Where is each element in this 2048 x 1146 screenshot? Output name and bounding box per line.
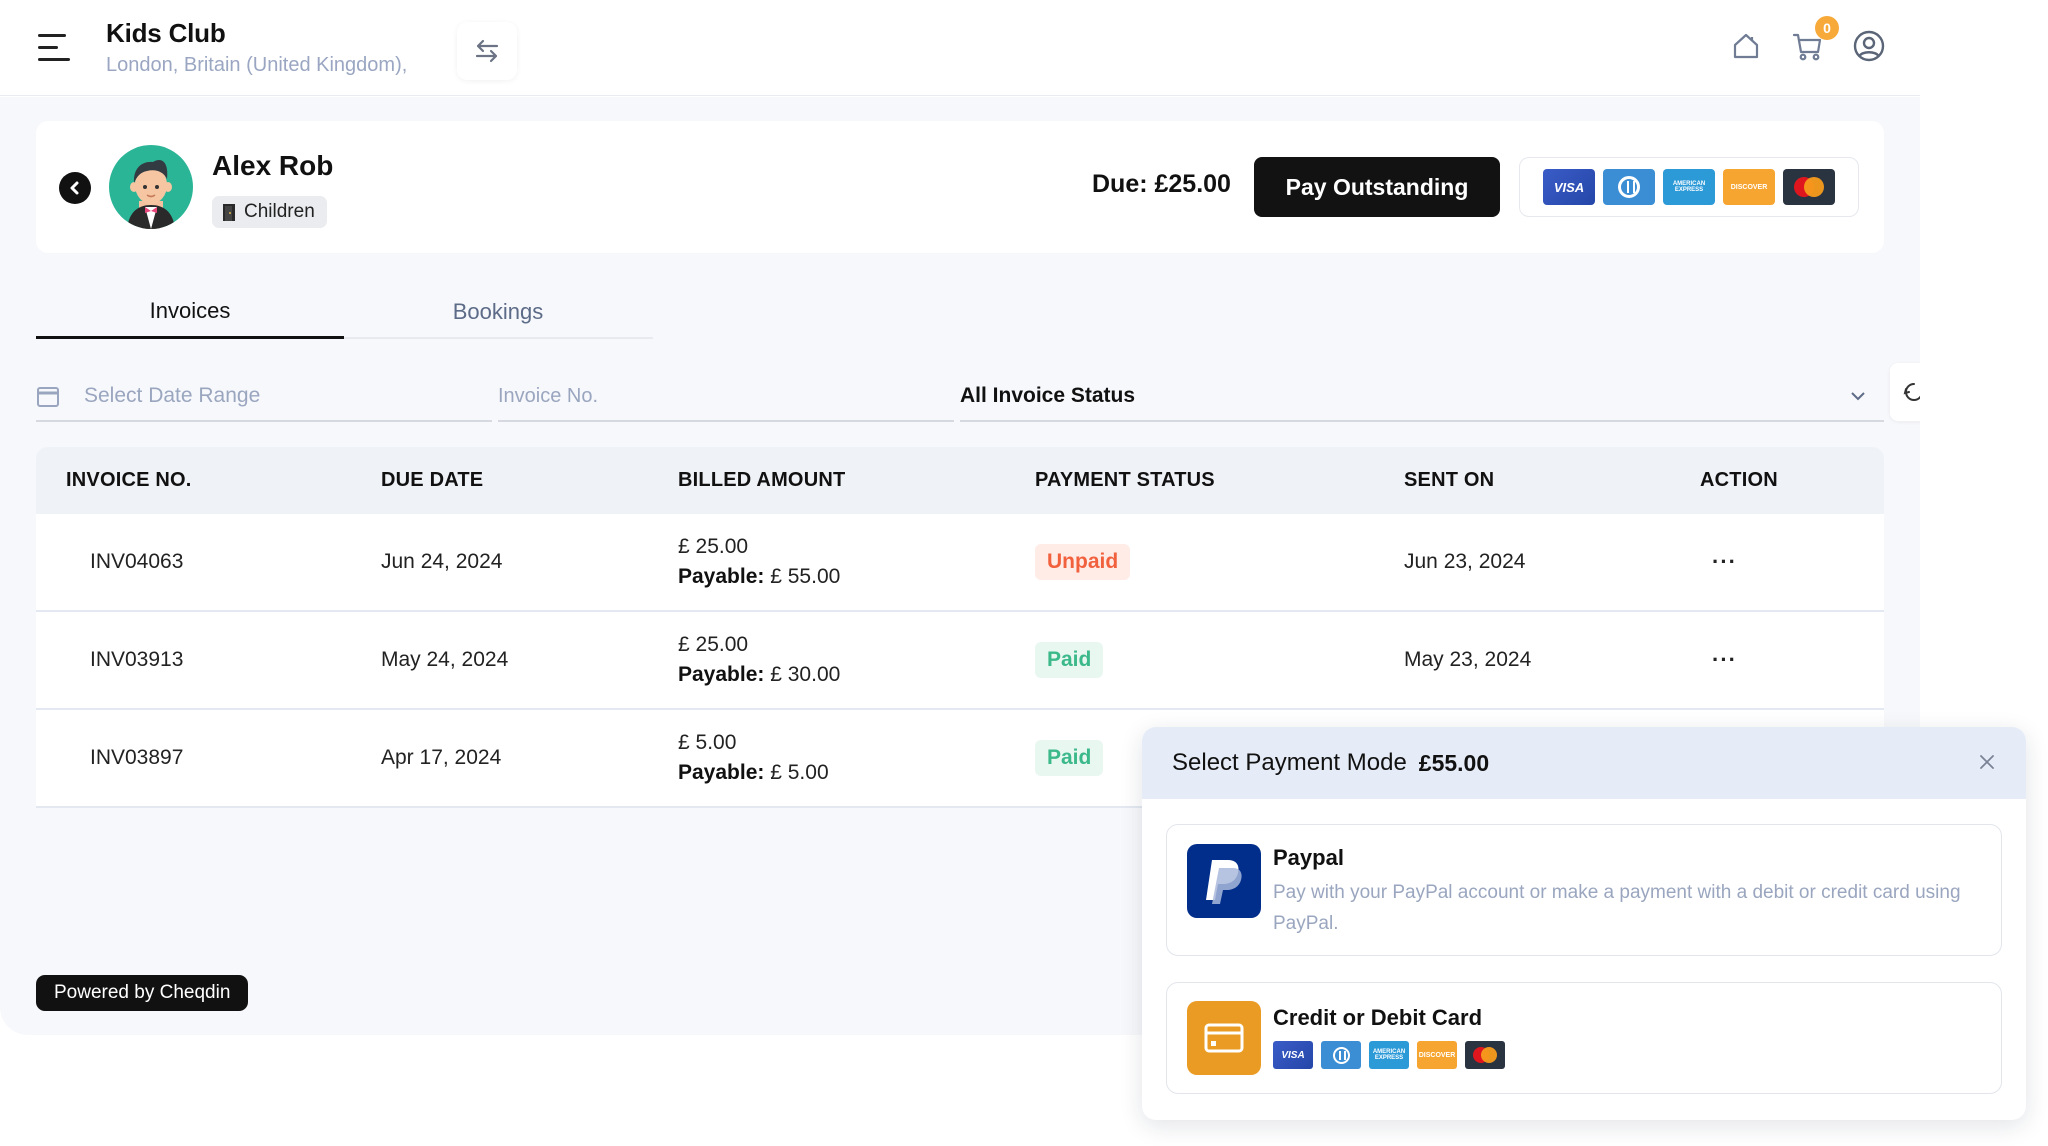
member-type-badge: Children	[212, 196, 327, 228]
col-invoice-no: INVOICE NO.	[66, 469, 192, 491]
date-range-filter[interactable]	[36, 372, 492, 422]
payment-status: Paid	[1035, 710, 1104, 806]
payable-label: Payable:	[678, 565, 765, 588]
billed-amount: £ 25.00 Payable: £ 55.00	[678, 514, 840, 610]
chevron-left-icon	[70, 181, 79, 195]
home-icon[interactable]	[1728, 28, 1764, 64]
paypal-description: Pay with your PayPal account or make a p…	[1273, 882, 1961, 934]
table-row[interactable]: INV04063 Jun 24, 2024 £ 25.00 Payable: £…	[36, 514, 1884, 612]
card-option-label: Credit or Debit Card	[1273, 1005, 1483, 1030]
table-header: INVOICE NO. DUE DATE BILLED AMOUNT PAYME…	[36, 447, 1884, 514]
date-range-input[interactable]	[84, 384, 464, 408]
door-icon	[223, 204, 235, 221]
billed-amount: £ 5.00 Payable: £ 5.00	[678, 710, 829, 806]
payment-status: Paid	[1035, 612, 1104, 708]
invoice-number-filter[interactable]	[498, 372, 954, 422]
user-account-icon[interactable]	[1851, 28, 1887, 64]
billed-value: £ 5.00	[678, 731, 737, 754]
accepted-cards: VISA AMERICAN EXPRESS DISCOVER	[1519, 157, 1859, 217]
payable-label: Payable:	[678, 761, 765, 784]
status-badge: Paid	[1035, 642, 1104, 678]
switch-account-button[interactable]	[457, 22, 517, 80]
american-express-icon: AMERICAN EXPRESS	[1663, 169, 1715, 205]
boy-avatar-icon	[127, 160, 175, 229]
member-name: Alex Rob	[212, 150, 334, 181]
dialog-header: Select Payment Mode £55.00	[1142, 727, 2026, 799]
table-row[interactable]: INV03913 May 24, 2024 £ 25.00 Payable: £…	[36, 612, 1884, 710]
row-actions-menu[interactable]: ···	[1712, 514, 1737, 610]
invoice-status-value: All Invoice Status	[960, 384, 1136, 407]
status-badge: Paid	[1035, 740, 1104, 776]
sent-on: May 23, 2024	[1404, 648, 1532, 671]
payable-line: Payable: £ 30.00	[678, 662, 840, 688]
invoice-no: INV03913	[90, 648, 184, 671]
sent-on: Jun 23, 2024	[1404, 550, 1526, 573]
paypal-label: Paypal	[1273, 845, 1344, 870]
visa-icon: VISA	[1273, 1041, 1313, 1069]
menu-icon[interactable]	[38, 34, 70, 62]
billed-value: £ 25.00	[678, 633, 749, 656]
row-actions-menu[interactable]: ···	[1712, 612, 1737, 708]
top-bar: Kids Club London, Britain (United Kingdo…	[0, 0, 1920, 96]
credit-card-icon	[1187, 1001, 1261, 1075]
tab-bookings[interactable]: Bookings	[344, 285, 652, 339]
member-type-label: Children	[244, 201, 315, 222]
status-badge: Unpaid	[1035, 544, 1131, 580]
paypal-icon	[1187, 844, 1261, 918]
billed-value: £ 25.00	[678, 535, 749, 558]
invoice-no: INV03897	[90, 746, 184, 769]
payable-line: Payable: £ 55.00	[678, 564, 840, 590]
due-date: Apr 17, 2024	[381, 746, 502, 769]
col-due-date: DUE DATE	[381, 469, 484, 491]
chevron-down-icon	[1851, 392, 1865, 401]
avatar	[109, 145, 193, 229]
mastercard-icon	[1783, 169, 1835, 205]
due-date: May 24, 2024	[381, 648, 509, 671]
visa-icon: VISA	[1543, 169, 1595, 205]
tab-invoices[interactable]: Invoices	[36, 285, 344, 339]
payable-value: £ 30.00	[770, 663, 841, 686]
mastercard-icon	[1465, 1041, 1505, 1069]
payable-value: £ 5.00	[770, 761, 829, 784]
invoice-no: INV04063	[90, 550, 184, 573]
diners-club-icon	[1321, 1041, 1361, 1069]
card-option-logos: VISA AMERICAN EXPRESS DISCOVER	[1273, 1041, 1505, 1069]
payable-value: £ 55.00	[770, 565, 841, 588]
col-payment-status: PAYMENT STATUS	[1035, 469, 1215, 491]
col-billed-amount: BILLED AMOUNT	[678, 469, 846, 491]
amount-due: Due: £25.00	[1092, 170, 1231, 198]
org-name: Kids Club	[106, 18, 226, 48]
discover-icon: DISCOVER	[1723, 169, 1775, 205]
back-button[interactable]	[59, 172, 91, 204]
due-date: Jun 24, 2024	[381, 550, 503, 573]
col-sent-on: SENT ON	[1404, 469, 1495, 491]
payment-option-paypal[interactable]: Paypal Pay with your PayPal account or m…	[1166, 824, 2002, 956]
discover-icon: DISCOVER	[1417, 1041, 1457, 1069]
pay-outstanding-button[interactable]: Pay Outstanding	[1254, 157, 1500, 217]
invoice-status-select[interactable]: All Invoice Status	[960, 372, 1884, 422]
invoice-number-input[interactable]	[498, 384, 938, 408]
billed-amount: £ 25.00 Payable: £ 30.00	[678, 612, 840, 708]
cart-count-badge: 0	[1815, 16, 1839, 40]
payment-option-card[interactable]: Credit or Debit Card VISA AMERICAN EXPRES…	[1166, 982, 2002, 1094]
payment-mode-dialog: Select Payment Mode £55.00 Paypal Pay wi…	[1142, 727, 2026, 1120]
close-icon[interactable]	[1974, 749, 2000, 775]
dialog-amount: £55.00	[1418, 749, 1490, 776]
switch-arrows-icon	[475, 39, 499, 63]
american-express-icon: AMERICAN EXPRESS	[1369, 1041, 1409, 1069]
powered-by-badge[interactable]: Powered by Cheqdin	[36, 975, 249, 1011]
payable-line: Payable: £ 5.00	[678, 760, 829, 786]
org-location: London, Britain (United Kingdom),	[106, 54, 408, 76]
tab-bar: Invoices Bookings	[36, 285, 653, 339]
diners-club-icon	[1603, 169, 1655, 205]
payable-label: Payable:	[678, 663, 765, 686]
payment-status: Unpaid	[1035, 514, 1131, 610]
dialog-title: Select Payment Mode	[1172, 749, 1407, 776]
col-action: ACTION	[1700, 469, 1778, 491]
calendar-icon	[37, 387, 59, 407]
